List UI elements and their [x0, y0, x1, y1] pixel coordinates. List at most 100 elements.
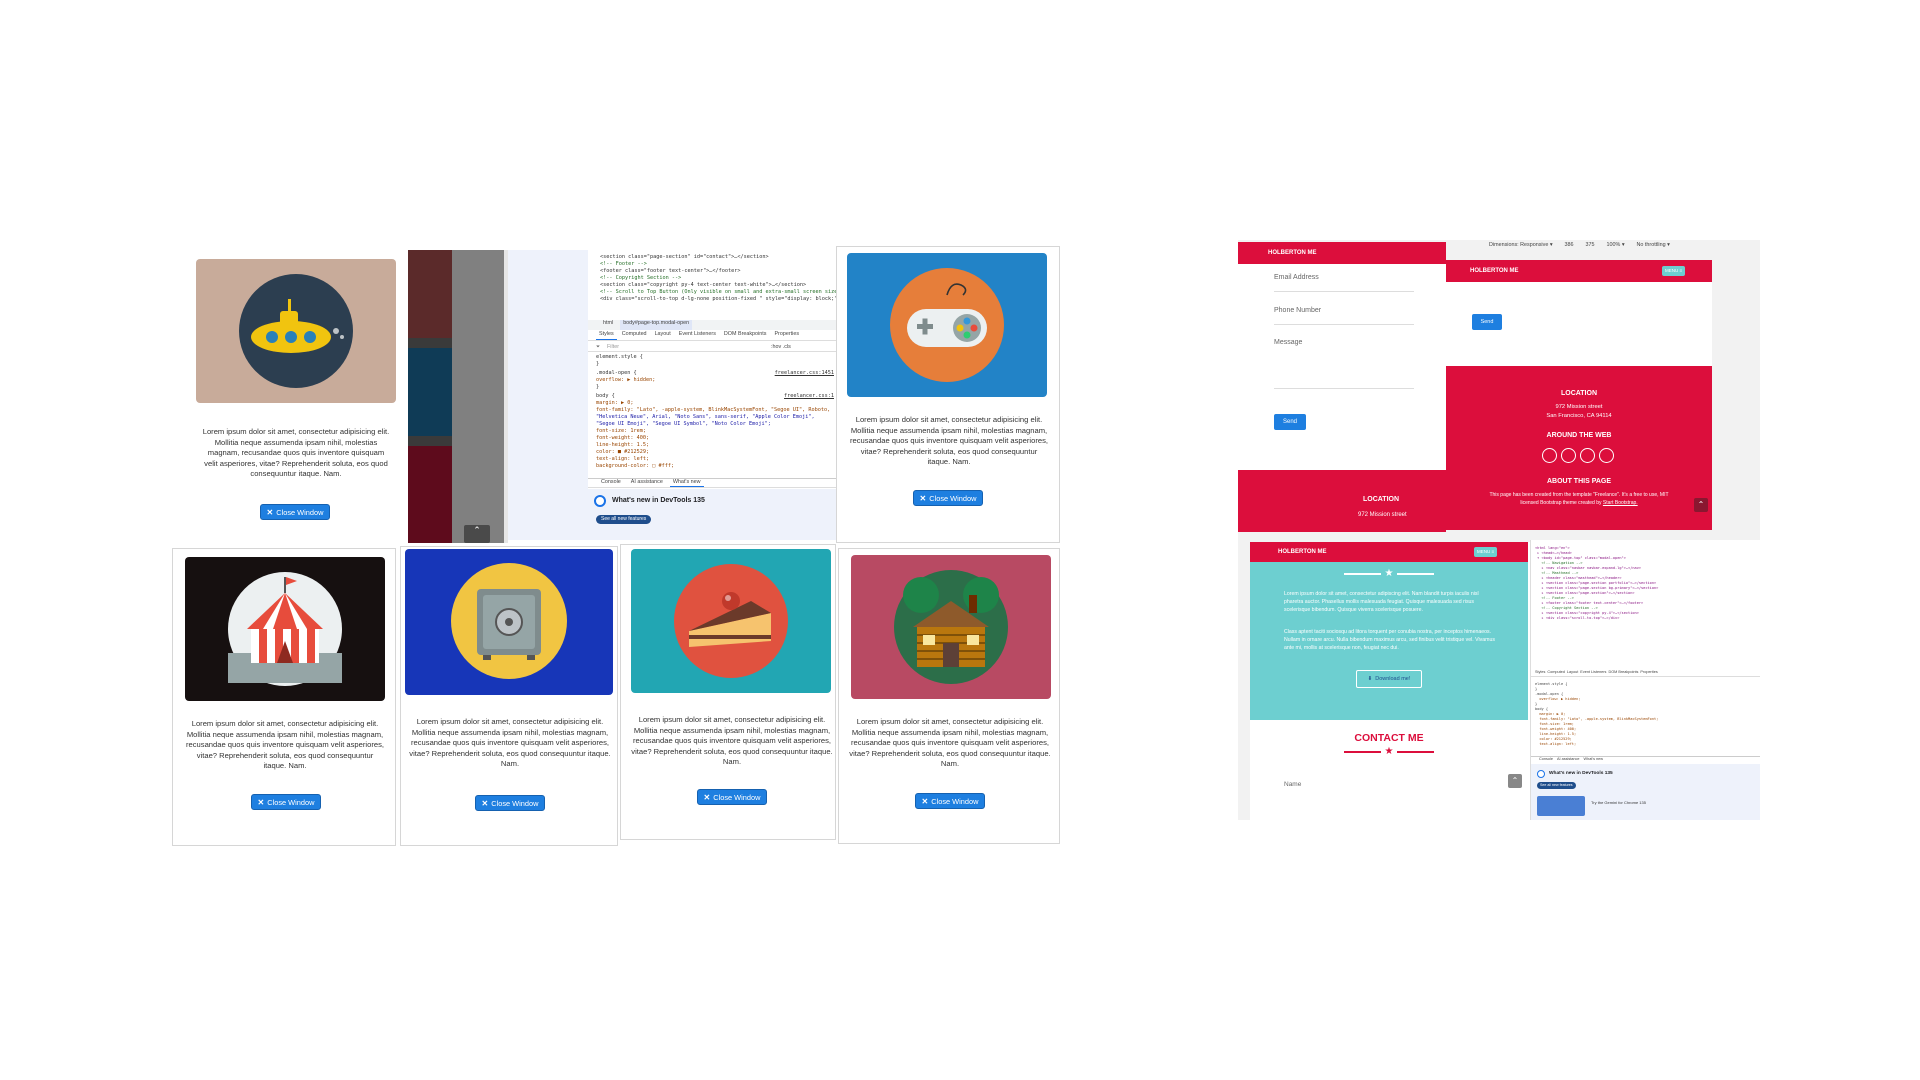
css-rule[interactable]: text-align: left;: [596, 456, 649, 462]
css-rule[interactable]: overflow: ▶ hidden;: [596, 377, 655, 383]
email-field[interactable]: Email Address: [1274, 274, 1414, 292]
footer-location-heading: LOCATION: [1363, 496, 1400, 503]
linkedin-icon[interactable]: [1580, 448, 1595, 463]
css-rule[interactable]: }: [596, 384, 599, 390]
tab-properties[interactable]: Properties: [771, 331, 802, 340]
modal-body-text: Lorem ipsum dolor sit amet, consectetur …: [849, 717, 1051, 768]
hov-cls-toggle[interactable]: :hov .cls: [768, 344, 794, 350]
small-see-all-button[interactable]: See all new features: [1537, 782, 1576, 789]
close-window-button[interactable]: ✕ Close Window: [915, 793, 985, 809]
throttle-select[interactable]: No throttling ▾: [1634, 242, 1673, 248]
menu-button[interactable]: MENU ≡: [1662, 266, 1686, 276]
zoom-select[interactable]: 100% ▾: [1604, 242, 1628, 248]
small-devtools-logo-icon: [1537, 770, 1545, 778]
drawer-tab-whats-new[interactable]: What's new: [669, 479, 704, 487]
submarine-icon: [239, 274, 353, 388]
css-rule[interactable]: body {: [596, 393, 615, 400]
drawer-tab-whats-new[interactable]: What's new: [1584, 757, 1604, 763]
dimensions-select[interactable]: Dimensions: Responsive ▾: [1486, 242, 1556, 248]
start-bootstrap-link[interactable]: Start Bootstrap.: [1603, 500, 1638, 506]
tab-layout[interactable]: Layout: [652, 331, 674, 340]
message-field[interactable]: Message: [1274, 339, 1414, 389]
circus-image: [185, 557, 385, 701]
dribbble-icon[interactable]: [1599, 448, 1614, 463]
css-rule[interactable]: line-height: 1.5;: [596, 442, 649, 448]
download-icon: ⬇: [1367, 676, 1373, 682]
download-button[interactable]: ⬇ Download me!: [1356, 670, 1422, 688]
scroll-top-icon[interactable]: ⌃: [464, 525, 490, 543]
phone-field[interactable]: Phone Number: [1274, 307, 1414, 325]
breadcrumb-item[interactable]: html: [600, 320, 616, 330]
code-line[interactable]: <!-- Scroll to Top Button (Only visible …: [600, 289, 836, 296]
drawer-tab-ai-assistance[interactable]: AI assistance: [1557, 757, 1580, 763]
tab-properties[interactable]: Properties: [1640, 670, 1657, 676]
css-rule[interactable]: background-color: □ #fff;: [596, 463, 674, 469]
css-rule[interactable]: font-family: "Lato", -apple-system, Blin…: [596, 407, 830, 413]
close-window-button[interactable]: ✕ Close Window: [475, 795, 545, 811]
contact-divider-star-icon: ★: [1344, 746, 1434, 757]
drawer-tab-console[interactable]: Console: [598, 479, 624, 487]
send-button[interactable]: Send: [1274, 414, 1306, 430]
close-icon: ✕: [266, 507, 274, 517]
code-line[interactable]: <!-- Footer -->: [600, 261, 836, 268]
tab-styles[interactable]: Styles: [1535, 670, 1545, 676]
css-rule[interactable]: margin: ▶ 0;: [596, 400, 633, 406]
height-input[interactable]: 375: [1583, 242, 1598, 248]
css-rule[interactable]: font-size: 1rem;: [596, 428, 646, 434]
small-whats-new-panel: What's new in DevTools 135 See all new f…: [1531, 764, 1760, 820]
about-brand[interactable]: HOLBERTON ME: [1278, 549, 1327, 555]
css-rule[interactable]: color: ■ #212529;: [596, 449, 649, 455]
mobile-send-button[interactable]: Send: [1472, 314, 1502, 330]
code-line[interactable]: <section class="copyright py-4 text-cent…: [600, 282, 836, 289]
whats-new-title: What's new in DevTools 135: [612, 497, 705, 504]
close-icon: ✕: [257, 797, 265, 807]
tab-dom-breakpoints[interactable]: DOM Breakpoints: [1608, 670, 1638, 676]
code-line[interactable]: <div class="scroll-to-top d-lg-none posi…: [600, 296, 836, 303]
drawer-tab-ai-assistance[interactable]: AI assistance: [628, 479, 666, 487]
name-field[interactable]: Name: [1284, 781, 1464, 788]
close-window-button[interactable]: ✕ Close Window: [913, 490, 983, 506]
breadcrumb-item[interactable]: body#page-top.modal-open: [620, 320, 693, 330]
navbar-brand[interactable]: HOLBERTON ME: [1268, 250, 1317, 256]
tab-event-listeners[interactable]: Event Listeners: [1580, 670, 1606, 676]
close-window-button[interactable]: ✕ Close Window: [260, 504, 330, 520]
twitter-icon[interactable]: [1561, 448, 1576, 463]
see-all-features-button[interactable]: See all new features: [596, 515, 652, 524]
tab-computed[interactable]: Computed: [619, 331, 650, 340]
about-menu-button[interactable]: MENU ≡: [1474, 547, 1498, 557]
css-rule[interactable]: element.style {: [596, 354, 643, 361]
tab-styles[interactable]: Styles: [596, 331, 617, 340]
submarine-image: [196, 259, 396, 403]
close-window-button[interactable]: ✕ Close Window: [697, 789, 767, 805]
cabin-image: [851, 555, 1051, 699]
facebook-icon[interactable]: [1542, 448, 1557, 463]
css-source-link[interactable]: freelancer.css:1: [784, 393, 834, 400]
css-rule[interactable]: "Segoe UI Emoji", "Segoe UI Symbol", "No…: [596, 421, 771, 427]
drawer-tab-console[interactable]: Console: [1539, 757, 1553, 763]
css-rule[interactable]: font-weight: 400;: [596, 435, 649, 441]
css-source-link[interactable]: freelancer.css:1451: [775, 370, 834, 377]
small-whats-new-title: What's new in DevTools 135: [1549, 771, 1613, 776]
code-line[interactable]: <footer class="footer text-center">…</fo…: [600, 268, 836, 275]
close-window-button[interactable]: ✕ Close Window: [251, 794, 321, 810]
tab-layout[interactable]: Layout: [1567, 670, 1578, 676]
devtools-drawer-tabs: Console AI assistance What's new: [588, 478, 836, 488]
css-rule[interactable]: .modal-open {: [596, 370, 637, 377]
css-rule[interactable]: "Helvetica Neue", Arial, "Noto Sans", sa…: [596, 414, 815, 420]
scroll-top-button[interactable]: ⌃: [1694, 498, 1708, 512]
tab-event-listeners[interactable]: Event Listeners: [676, 331, 719, 340]
mobile-brand[interactable]: HOLBERTON ME: [1470, 268, 1519, 274]
footer: LOCATION 972 Mission street: [1238, 470, 1446, 532]
address-line-2: San Francisco, CA 94114: [1546, 413, 1612, 419]
about-page: HOLBERTON ME MENU ≡ ★ Lorem ipsum dolor …: [1238, 536, 1538, 820]
about-scroll-top-button[interactable]: ⌃: [1508, 774, 1522, 788]
tab-computed[interactable]: Computed: [1547, 670, 1565, 676]
devtools-panel-small: <html lang="en"> ▸ <head>…</head> ▾ <bod…: [1530, 540, 1760, 820]
tab-dom-breakpoints[interactable]: DOM Breakpoints: [721, 331, 770, 340]
code-line[interactable]: <!-- Copyright Section -->: [600, 275, 836, 282]
styles-filter-input[interactable]: Filter: [604, 344, 764, 350]
code-line[interactable]: <section class="page-section" id="contac…: [600, 254, 836, 261]
width-input[interactable]: 386: [1562, 242, 1577, 248]
log-cabin-icon: [894, 570, 1008, 684]
css-rule[interactable]: }: [596, 361, 599, 368]
